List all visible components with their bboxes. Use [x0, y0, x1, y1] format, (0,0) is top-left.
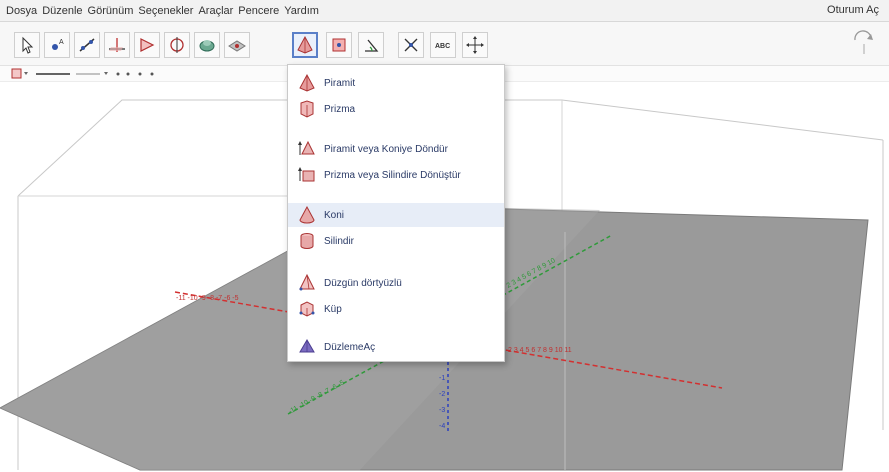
line-tool-button[interactable]: [74, 32, 100, 58]
move-view-icon: [466, 36, 484, 54]
x-axis-tick-labels-right: 2 3 4 5 6 7 8 9 10 11: [508, 347, 572, 354]
menu-item-cylinder[interactable]: Silindir: [288, 229, 504, 253]
menu-item-tetrahedron[interactable]: Düzgün dörtyüzlü: [288, 271, 504, 295]
plane-tool-button[interactable]: [224, 32, 250, 58]
extrude-pyramid-icon: [296, 138, 318, 160]
menu-window[interactable]: Pencere: [238, 5, 279, 17]
pyramid-icon: [296, 72, 318, 94]
angle-icon: [365, 39, 379, 52]
x-axis-tick-labels-left: -11 -10 -9 -8 -7 -6 -5: [176, 295, 239, 302]
menu-item-net[interactable]: DüzlemeAç: [288, 335, 504, 359]
intersect-surfaces-icon: [199, 40, 215, 52]
toolbar: A ABC: [0, 22, 889, 66]
menu-help[interactable]: Yardım: [284, 5, 319, 17]
perpendicular-tool-button[interactable]: [104, 32, 130, 58]
circle-axis-icon: [170, 37, 184, 53]
pyramid-tool-icon: [297, 35, 313, 54]
move-icon: [22, 36, 34, 54]
menu-edit[interactable]: Düzenle: [42, 5, 82, 17]
circle-axis-tool-button[interactable]: [164, 32, 190, 58]
svg-text:ABC: ABC: [435, 43, 450, 50]
reflect-tool-button[interactable]: [326, 32, 352, 58]
move-tool-button[interactable]: [14, 32, 40, 58]
menu-view[interactable]: Görünüm: [88, 5, 134, 17]
reflect-plane-icon: [404, 38, 418, 52]
undo-redo-icon[interactable]: [849, 28, 879, 58]
perpendicular-line-icon: [109, 38, 125, 52]
extrude-prism-icon: [296, 164, 318, 186]
tetrahedron-icon: [296, 272, 318, 294]
solids-dropdown-menu: Piramit Prizma Piramit veya Koniye Döndü…: [287, 64, 505, 362]
line-icon: [79, 38, 95, 52]
menu-item-extrude-prism[interactable]: Prizma veya Silindire Dönüştür: [288, 163, 504, 187]
z-axis-tick-label-2: -2: [439, 391, 445, 398]
svg-text:A: A: [59, 39, 64, 46]
angle-tool-button[interactable]: [358, 32, 384, 58]
cube-icon: [296, 298, 318, 320]
reflect-plane-tool-button[interactable]: [398, 32, 424, 58]
style-bar-controls[interactable]: [10, 66, 210, 82]
prism-icon: [296, 98, 318, 120]
polygon-tool-button[interactable]: [134, 32, 160, 58]
z-axis-tick-label-1: -1: [439, 375, 445, 382]
menu-item-cube[interactable]: Küp: [288, 297, 504, 321]
menu-item-prism[interactable]: Prizma: [288, 97, 504, 121]
reflect-icon: [332, 38, 346, 52]
menu-item-extrude-pyramid[interactable]: Piramit veya Koniye Döndür: [288, 137, 504, 161]
point-icon: A: [52, 39, 64, 50]
sign-in-link[interactable]: Oturum Aç: [827, 4, 879, 16]
menu-item-pyramid[interactable]: Piramit: [288, 71, 504, 95]
menu-item-cone[interactable]: Koni: [288, 203, 504, 227]
z-axis-tick-label-3: -3: [439, 407, 445, 414]
cylinder-icon: [296, 230, 318, 252]
menu-tools[interactable]: Araçlar: [198, 5, 233, 17]
pyramid-tool-button[interactable]: [292, 32, 318, 58]
intersect-tool-button[interactable]: [194, 32, 220, 58]
cone-icon: [296, 204, 318, 226]
move-view-tool-button[interactable]: [462, 32, 488, 58]
text-icon: ABC: [435, 43, 450, 50]
text-tool-button[interactable]: ABC: [430, 32, 456, 58]
menu-bar: Dosya Düzenle Görünüm Seçenekler Araçlar…: [0, 0, 889, 22]
menu-file[interactable]: Dosya: [6, 5, 37, 17]
polygon-icon: [140, 38, 155, 52]
menu-options[interactable]: Seçenekler: [138, 5, 193, 17]
z-axis-tick-label-4: -4: [439, 423, 445, 430]
plane-icon: [228, 40, 246, 52]
net-icon: [296, 336, 318, 358]
point-tool-button[interactable]: A: [44, 32, 70, 58]
